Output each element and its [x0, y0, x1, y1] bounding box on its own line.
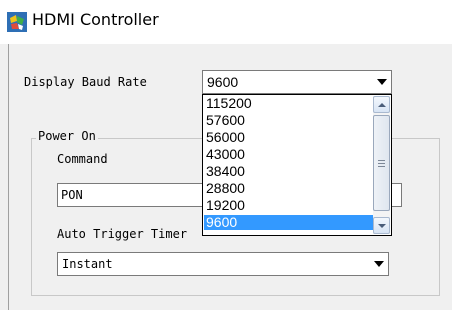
baud-option-selected[interactable]: 9600 [204, 215, 374, 230]
chevron-down-icon [373, 261, 384, 267]
scroll-down-button[interactable] [373, 217, 390, 234]
auto-trigger-timer-label: Auto Trigger Timer [57, 227, 188, 241]
auto-trigger-timer-value: Instant [62, 257, 113, 271]
power-on-group-title: Power On [36, 129, 98, 143]
grip-icon [378, 159, 385, 167]
baud-option[interactable]: 115200 [204, 96, 374, 111]
baud-option[interactable]: 19200 [204, 198, 374, 213]
baud-rate-selected-value: 9600 [207, 74, 239, 90]
chevron-down-icon [376, 79, 387, 85]
app-window: HDMI Controller Display Baud Rate 9600 P… [0, 0, 452, 310]
command-label: Command [57, 152, 108, 166]
arrow-up-icon [377, 102, 386, 107]
title-bar[interactable]: HDMI Controller [0, 0, 452, 44]
baud-option[interactable]: 56000 [204, 130, 374, 145]
baud-option[interactable]: 57600 [204, 113, 374, 128]
baud-option[interactable]: 43000 [204, 147, 374, 162]
baud-rate-dropdown-list[interactable]: 115200 57600 56000 43000 38400 28800 192… [202, 94, 392, 236]
auto-trigger-dropdown-button[interactable] [370, 254, 387, 274]
window-title: HDMI Controller [32, 10, 159, 29]
baud-rate-select[interactable]: 9600 [202, 70, 392, 94]
baud-rate-label: Display Baud Rate [24, 75, 147, 89]
hdmi-app-icon [7, 12, 27, 32]
baud-option[interactable]: 38400 [204, 164, 374, 179]
arrow-down-icon [377, 223, 386, 228]
auto-trigger-timer-select[interactable]: Instant [57, 252, 389, 276]
scrollbar-thumb[interactable] [373, 115, 390, 211]
dropdown-scrollbar[interactable] [373, 96, 390, 234]
scroll-up-button[interactable] [373, 96, 390, 113]
baud-rate-dropdown-button[interactable] [373, 72, 390, 92]
baud-option[interactable]: 28800 [204, 181, 374, 196]
